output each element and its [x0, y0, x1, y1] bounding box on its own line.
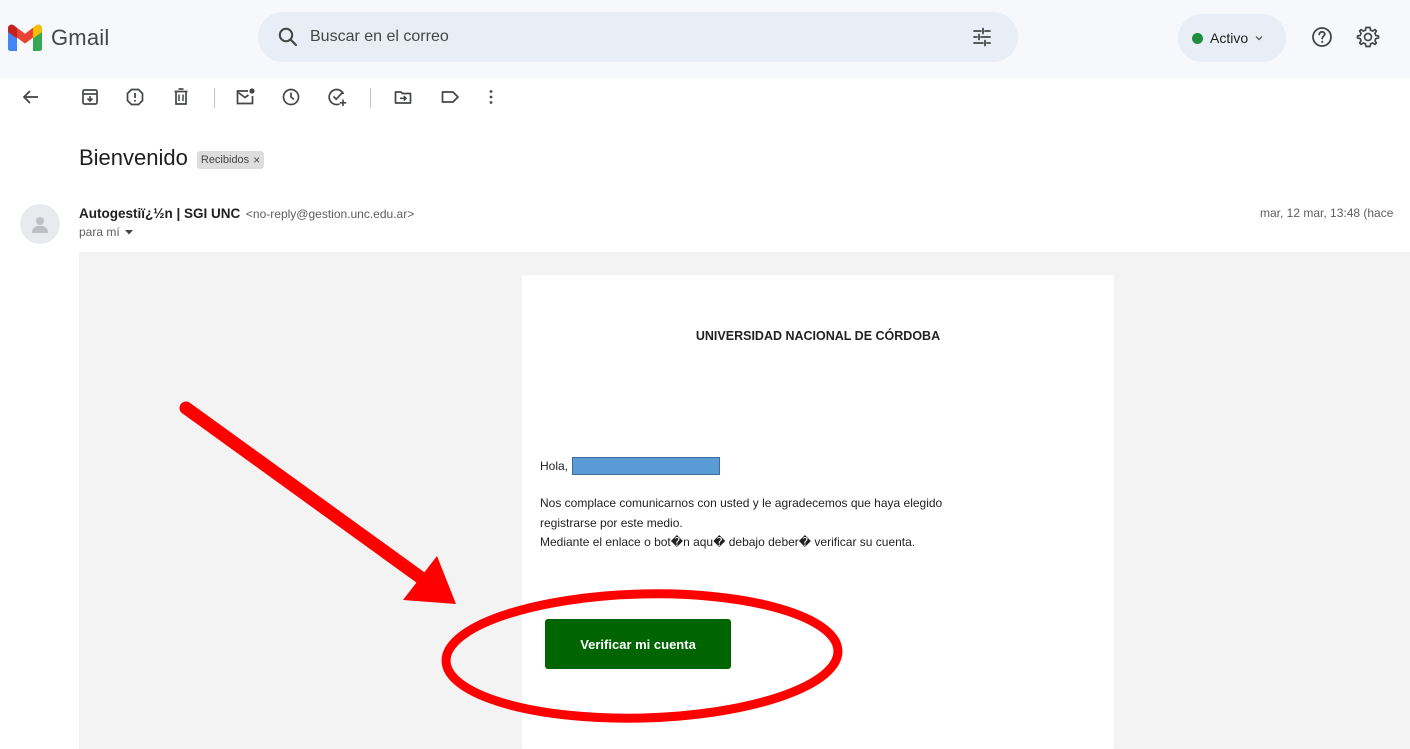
email-card: UNIVERSIDAD NACIONAL DE CÓRDOBA Hola, No… — [522, 275, 1114, 749]
email-paragraph: Nos complace comunicarnos con usted y le… — [540, 494, 1080, 553]
add-task-icon[interactable] — [326, 86, 348, 108]
remove-label-button[interactable]: × — [253, 153, 260, 167]
subject-title: Bienvenido — [79, 145, 188, 170]
toolbar-divider — [370, 88, 371, 108]
status-selector[interactable]: Activo — [1178, 14, 1286, 62]
caret-down-icon[interactable] — [124, 228, 133, 236]
greeting-line: Hola, — [540, 457, 721, 475]
search-options-icon[interactable] — [970, 25, 994, 49]
avatar[interactable] — [20, 204, 60, 244]
search-input[interactable] — [310, 12, 950, 62]
subject-line: Bienvenido Recibidos × — [79, 145, 265, 171]
recipient-label: para mí — [79, 225, 120, 239]
person-icon — [32, 217, 48, 233]
gmail-m-icon — [8, 24, 42, 51]
message-toolbar — [0, 78, 1410, 118]
sender-line: Autogestiï¿½n | SGI UNC <no-reply@gestio… — [79, 206, 414, 221]
label-chip[interactable]: Recibidos × — [196, 150, 265, 169]
sender-name[interactable]: Autogestiï¿½n | SGI UNC — [79, 206, 240, 221]
more-vert-icon[interactable] — [480, 86, 502, 108]
label-icon[interactable] — [439, 86, 461, 108]
report-spam-icon[interactable] — [124, 86, 146, 108]
help-icon[interactable] — [1310, 25, 1334, 49]
verify-account-button[interactable]: Verificar mi cuenta — [545, 619, 731, 669]
gear-icon[interactable] — [1356, 25, 1380, 49]
mark-unread-icon[interactable] — [234, 86, 256, 108]
toolbar-divider — [214, 88, 215, 108]
sender-email: <no-reply@gestion.unc.edu.ar> — [245, 207, 415, 221]
snooze-icon[interactable] — [280, 86, 302, 108]
delete-icon[interactable] — [170, 86, 192, 108]
status-dot-icon — [1192, 32, 1203, 44]
paragraph-line: registrarse por este medio. — [540, 515, 683, 530]
gmail-logo[interactable]: Gmail — [8, 24, 109, 51]
label-chip-text: Recibidos — [200, 153, 250, 166]
search-bar[interactable] — [258, 12, 1018, 62]
status-label: Activo — [1210, 30, 1249, 46]
archive-icon[interactable] — [79, 86, 101, 108]
greeting-text: Hola, — [540, 459, 569, 473]
recipient-details[interactable]: para mí — [79, 225, 133, 239]
paragraph-line: Mediante el enlace o bot�n aqu� debajo d… — [540, 535, 916, 549]
move-to-icon[interactable] — [392, 86, 414, 108]
chevron-down-icon — [1255, 36, 1263, 41]
redacted-name — [572, 457, 721, 475]
university-title: UNIVERSIDAD NACIONAL DE CÓRDOBA — [695, 329, 941, 343]
back-arrow-icon[interactable] — [20, 86, 42, 108]
top-bar: Gmail Activo — [0, 0, 1410, 78]
message-date: mar, 12 mar, 13:48 (hace — [1260, 206, 1394, 220]
search-icon[interactable] — [276, 25, 300, 49]
app-name: Gmail — [51, 24, 110, 50]
paragraph-line: Nos complace comunicarnos con usted y le… — [540, 496, 943, 510]
